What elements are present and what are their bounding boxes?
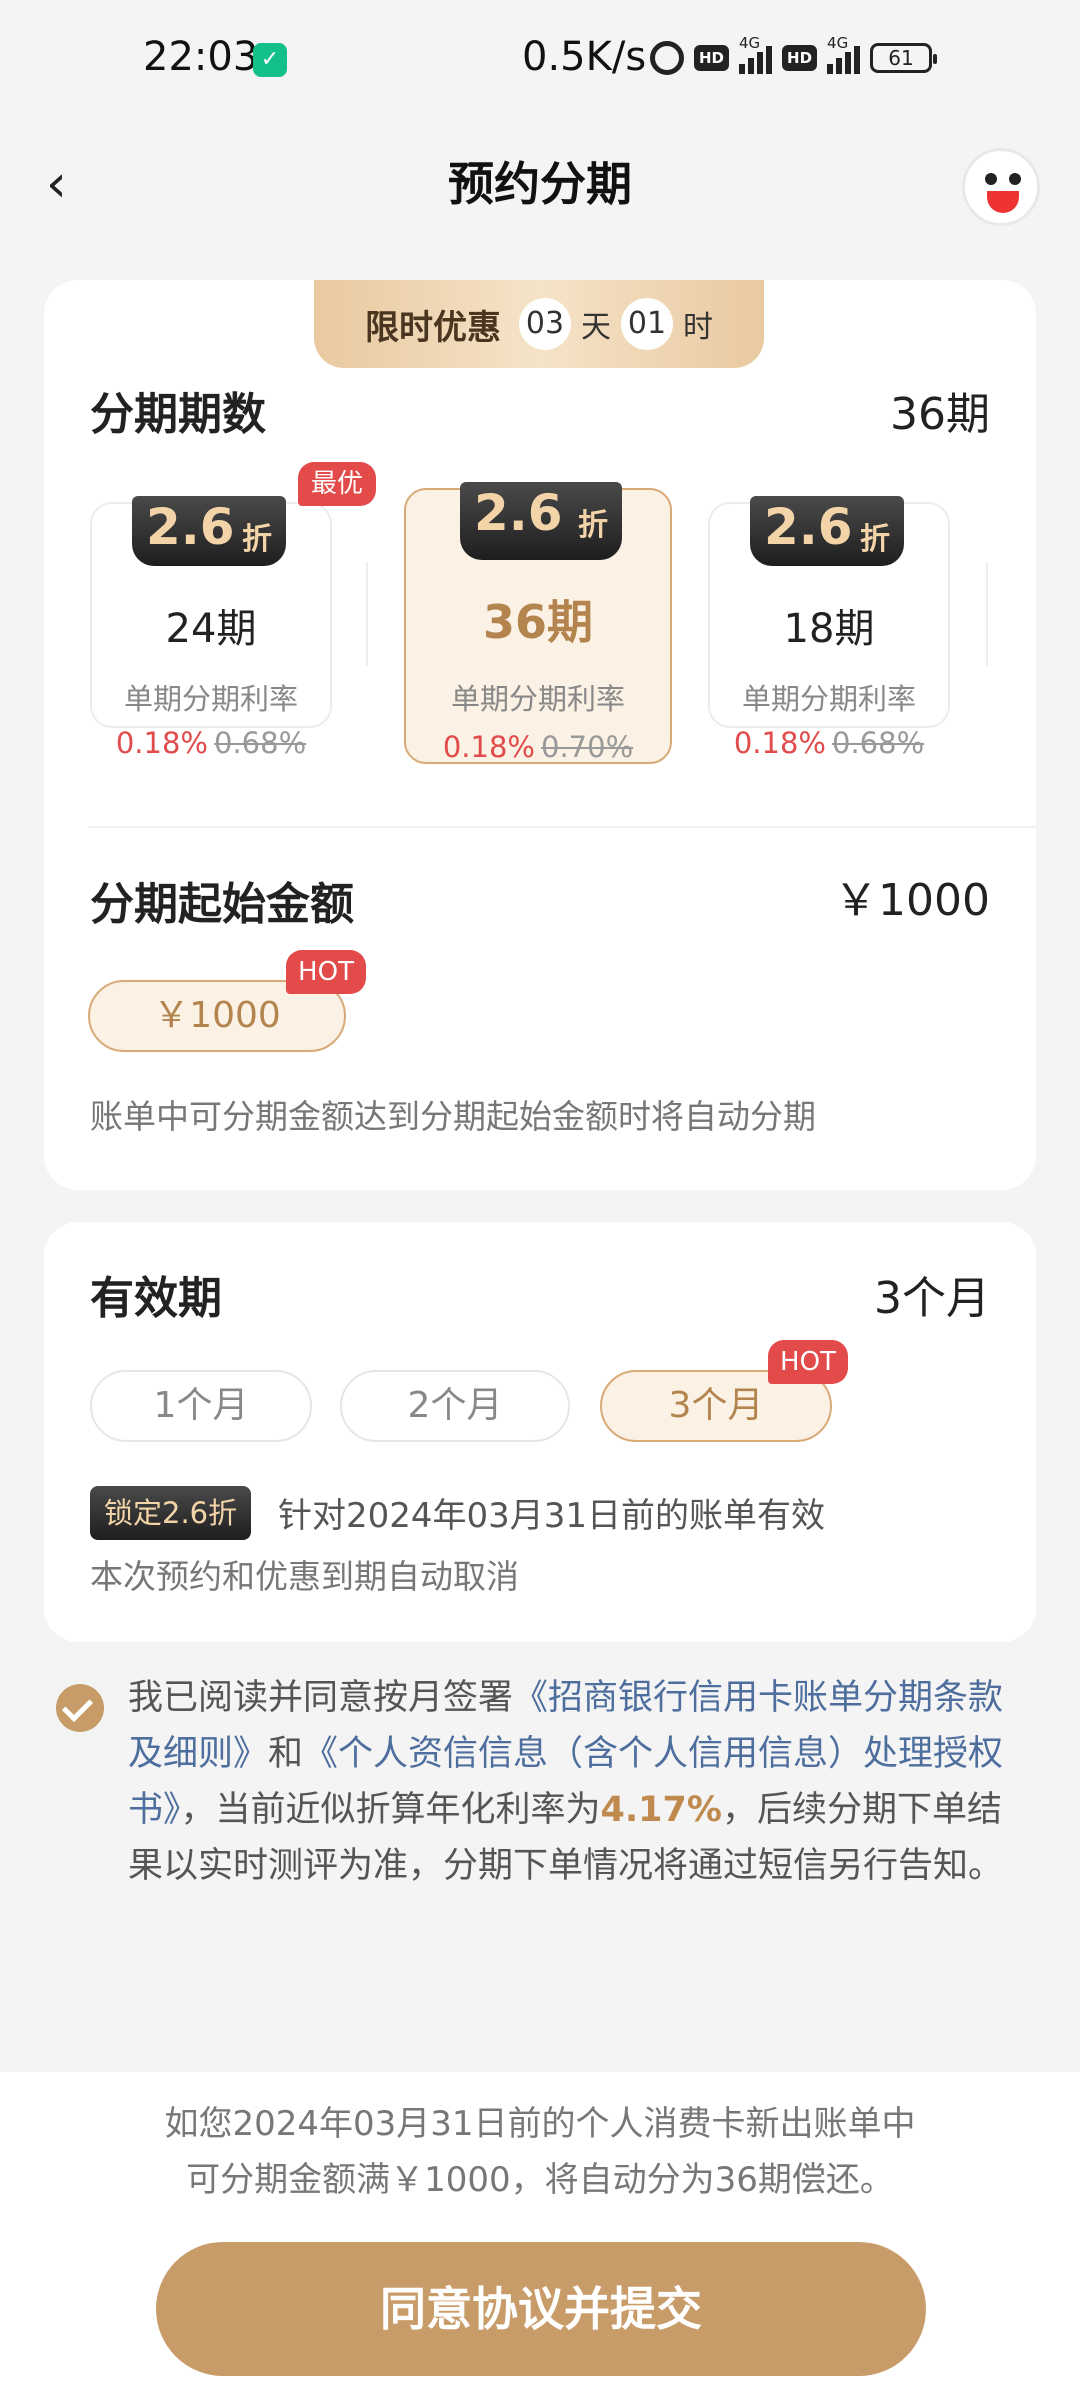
rates: 0.18% 0.70% [442,730,634,764]
discount-tag: 2.6 折 [750,496,904,566]
lock-discount-badge: 锁定2.6折 [90,1486,252,1540]
network-speed: 0.5K/s [522,34,647,80]
validity-title: 有效期 [90,1273,222,1324]
status-bar: 22:03 ✓ 0.5K/s HD 4G HD 4G 61 [0,0,1080,120]
agreement-prefix: 我已阅读并同意按月签署 [128,1678,514,1718]
hot-badge-validity: HOT [768,1340,848,1384]
hd-icon: HD [694,45,730,71]
rates: 0.18% 0.68% [115,726,307,760]
annual-rate: 4.17% [600,1790,722,1830]
installment-count-value: 36期 [890,389,990,440]
divider [88,826,1036,828]
agreement-mid: ，当前近似折算年化利率为 [180,1790,601,1830]
start-amount-title: 分期起始金额 [90,879,354,930]
period-label: 24期 [165,606,257,652]
page-title: 预约分期 [448,157,632,211]
status-time: 22:03 [143,34,259,80]
shield-icon: ✓ [253,43,287,77]
agreement-checkbox[interactable] [56,1684,104,1732]
installment-option-36[interactable]: 2.6 折 36期 单期分期利率 0.18% 0.70% [404,482,672,764]
best-badge: 最优 [298,462,376,506]
validity-option-1[interactable]: 1个月 [90,1370,312,1442]
agreement-text: 我已阅读并同意按月签署《招商银行信用卡账单分期条款及细则》和《个人资信信息（含个… [128,1670,1028,1894]
discount-tag: 2.6 折 [460,482,622,560]
validity-value: 3个月 [874,1273,990,1324]
hd-icon-2: HD [782,45,818,71]
status-icons: HD 4G HD 4G 61 [650,34,938,80]
option-separator [366,562,368,666]
auto-cancel-note: 本次预约和优惠到期自动取消 [90,1557,519,1596]
signal-icon: 4G [739,34,773,74]
alarm-icon [650,41,684,75]
offer-days: 03 [519,298,571,350]
amount-hint: 账单中可分期金额达到分期起始金额时将自动分期 [90,1097,816,1136]
validity-option-2[interactable]: 2个月 [340,1370,570,1442]
rate-label: 单期分期利率 [450,682,625,716]
battery-icon: 61 [870,43,938,73]
validity-card: 有效期 3个月 1个月 2个月 3个月 HOT 锁定2.6折 针对2024年03… [44,1222,1036,1642]
mascot-avatar-icon[interactable] [962,148,1040,226]
installment-card: 限时优惠 03 天 01 时 分期期数 36期 2.6 折 24期 单期分期利率… [44,280,1036,1190]
installment-option-24[interactable]: 2.6 折 24期 单期分期利率 0.18% 0.68% [90,496,332,760]
limited-offer-banner: 限时优惠 03 天 01 时 [314,280,764,368]
period-label: 18期 [783,606,875,652]
bottom-note-line1: 如您2024年03月31日前的个人消费卡新出账单中 [164,2104,916,2144]
signal-type-label-2: 4G [827,34,849,52]
rate-label: 单期分期利率 [123,682,298,716]
signal-icon-2: 4G [827,34,861,74]
option-separator-2 [986,562,988,666]
offer-hours: 01 [621,298,673,350]
start-amount-value: ￥1000 [834,875,990,926]
hot-badge: HOT [286,950,366,994]
bottom-note-line2: 可分期金额满￥1000，将自动分为36期偿还。 [186,2160,894,2200]
bottom-note: 如您2024年03月31日前的个人消费卡新出账单中 可分期金额满￥1000，将自… [0,2096,1080,2208]
signal-type-label: 4G [739,34,761,52]
offer-label: 限时优惠 [365,307,501,348]
bottom-panel: 如您2024年03月31日前的个人消费卡新出账单中 可分期金额满￥1000，将自… [0,2072,1080,2400]
installment-count-title: 分期期数 [90,389,266,440]
period-label: 36期 [482,595,593,649]
installment-option-18[interactable]: 2.6 折 18期 单期分期利率 0.18% 0.68% [708,496,950,760]
offer-days-unit: 天 [581,310,611,345]
submit-button[interactable]: 同意协议并提交 [156,2242,926,2376]
rates: 0.18% 0.68% [733,726,925,760]
agreement-and: 和 [268,1734,304,1774]
lock-description: 针对2024年03月31日前的账单有效 [278,1496,826,1536]
rate-label: 单期分期利率 [741,682,916,716]
discount-tag: 2.6 折 [132,496,286,566]
offer-hours-unit: 时 [683,310,713,345]
